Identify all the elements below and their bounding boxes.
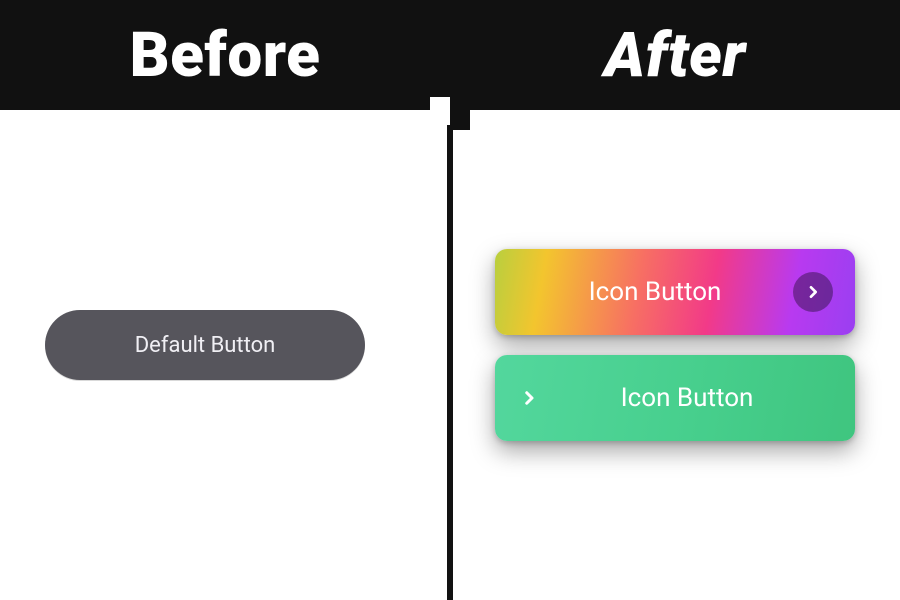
title-after: After (604, 19, 746, 92)
panel-before: Default Button (0, 110, 450, 600)
icon-button-a[interactable]: Icon Button (495, 249, 855, 335)
header-bar: Before After (0, 0, 900, 110)
default-button[interactable]: Default Button (45, 310, 365, 380)
title-before: Before (130, 19, 321, 92)
icon-button-a-label: Icon Button (517, 277, 793, 307)
panel-after: Icon Button Icon Button (450, 110, 900, 600)
chevron-right-icon (793, 272, 833, 312)
header-after: After (450, 0, 900, 110)
chevron-right-icon (517, 389, 541, 407)
icon-button-b[interactable]: Icon Button (495, 355, 855, 441)
icon-button-b-label: Icon Button (541, 383, 833, 413)
default-button-label: Default Button (135, 333, 276, 358)
header-before: Before (0, 0, 450, 110)
